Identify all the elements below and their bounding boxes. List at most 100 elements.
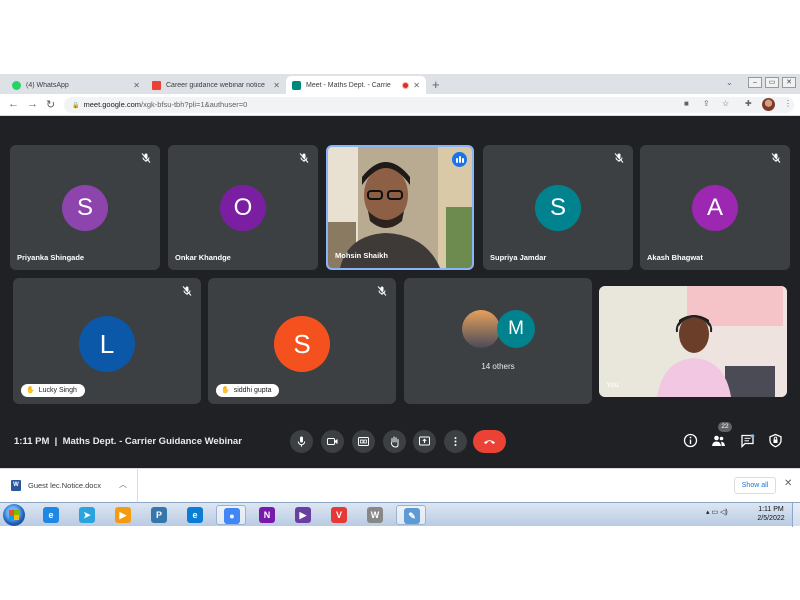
participant-count-badge: 22 bbox=[718, 422, 732, 432]
taskbar-app-onenote[interactable]: N bbox=[252, 505, 282, 525]
participant-tile[interactable]: L ✋ Lucky Singh bbox=[13, 278, 201, 404]
avatar: L bbox=[79, 316, 135, 372]
participant-name: Lucky Singh bbox=[38, 387, 77, 394]
download-item[interactable]: W Guest lec.Notice.docx ︿ bbox=[0, 469, 138, 502]
maximize-button[interactable]: ▭ bbox=[765, 77, 779, 88]
taskbar-app-python[interactable]: P bbox=[144, 505, 174, 525]
tab-meet[interactable]: Meet - Maths Dept. - Carrie ✕ bbox=[286, 76, 426, 94]
speaking-indicator-icon bbox=[452, 152, 467, 167]
menu-dots-icon[interactable]: ⋮ bbox=[784, 99, 792, 108]
tab-title: Career guidance webinar notice bbox=[166, 81, 265, 89]
system-clock[interactable]: 1:11 PM 2/5/2022 bbox=[754, 505, 788, 523]
participant-name: Akash Bhagwat bbox=[647, 253, 703, 262]
meeting-info: 1:11 PM | Maths Dept. - Carrier Guidance… bbox=[14, 436, 242, 447]
taskbar-app-media-player[interactable]: ▶ bbox=[108, 505, 138, 525]
browser-toolbar: ← → ↻ 🔒 meet.google.com/xgk-bfsu-tbh?pli=… bbox=[0, 94, 800, 116]
mic-off-icon bbox=[299, 153, 309, 163]
people-icon[interactable] bbox=[711, 433, 726, 448]
microphone-icon bbox=[297, 436, 306, 447]
leave-call-button[interactable] bbox=[473, 430, 506, 453]
participant-name-pill: ✋ Lucky Singh bbox=[21, 384, 85, 397]
camera-button[interactable] bbox=[321, 430, 344, 453]
present-now-button[interactable] bbox=[413, 430, 436, 453]
more-options-button[interactable] bbox=[444, 430, 467, 453]
raise-hand-button[interactable] bbox=[383, 430, 406, 453]
profile-avatar[interactable] bbox=[762, 98, 775, 111]
close-window-button[interactable]: ✕ bbox=[782, 77, 796, 88]
more-vert-icon bbox=[454, 437, 457, 446]
url-path: /xgk-bfsu-tbh?pli=1&authuser=0 bbox=[141, 100, 248, 109]
taskbar-app-edge[interactable]: e bbox=[180, 505, 210, 525]
participant-tile[interactable]: O Onkar Khandge bbox=[168, 145, 318, 270]
onenote-icon: N bbox=[259, 507, 275, 523]
system-tray-icons[interactable]: ▴ ▭ ◁) bbox=[706, 508, 728, 516]
others-tile[interactable]: M 14 others bbox=[404, 278, 592, 404]
meeting-details-icon[interactable] bbox=[683, 433, 698, 448]
chevron-up-icon[interactable]: ︿ bbox=[119, 479, 127, 490]
participant-name: Priyanka Shingade bbox=[17, 253, 85, 262]
participant-name: Mohsin Shaikh bbox=[335, 251, 388, 260]
reload-icon[interactable]: ↻ bbox=[46, 98, 55, 111]
taskbar-app-telegram[interactable]: ➤ bbox=[72, 505, 102, 525]
close-tab-icon[interactable]: ✕ bbox=[273, 81, 280, 90]
mic-off-icon bbox=[377, 286, 387, 296]
new-tab-button[interactable]: + bbox=[432, 77, 440, 92]
media-player-icon: ▶ bbox=[115, 507, 131, 523]
bookmark-star-icon[interactable]: ☆ bbox=[722, 99, 729, 108]
start-button[interactable] bbox=[3, 504, 25, 526]
edge-icon: e bbox=[187, 507, 203, 523]
python-icon: P bbox=[151, 507, 167, 523]
mic-off-icon bbox=[141, 153, 151, 163]
meeting-time: 1:11 PM bbox=[14, 436, 50, 447]
forward-arrow-icon[interactable]: → bbox=[27, 98, 38, 110]
avatar: S bbox=[62, 185, 108, 231]
word-document-icon: W bbox=[11, 480, 21, 491]
download-file-name: Guest lec.Notice.docx bbox=[28, 481, 101, 490]
tab-gmail[interactable]: Career guidance webinar notice ✕ bbox=[146, 76, 286, 94]
minimize-button[interactable]: – bbox=[748, 77, 762, 88]
recording-icon bbox=[402, 81, 410, 89]
chrome-icon: ● bbox=[224, 508, 240, 524]
system-date: 2/5/2022 bbox=[757, 515, 785, 522]
taskbar-app-v-app[interactable]: V bbox=[324, 505, 354, 525]
self-label: You bbox=[606, 380, 619, 389]
taskbar-app-wordpress[interactable]: W bbox=[360, 505, 390, 525]
meeting-title: Maths Dept. - Carrier Guidance Webinar bbox=[62, 436, 242, 447]
mic-off-icon bbox=[771, 153, 781, 163]
mic-off-icon bbox=[182, 286, 192, 296]
chat-icon[interactable] bbox=[740, 433, 755, 448]
host-controls-icon[interactable] bbox=[768, 433, 783, 448]
tab-whatsapp[interactable]: (4) WhatsApp ✕ bbox=[6, 76, 146, 94]
close-tab-icon[interactable]: ✕ bbox=[413, 81, 420, 90]
participant-tile[interactable]: S Priyanka Shingade bbox=[10, 145, 160, 270]
share-icon[interactable]: ⇪ bbox=[703, 99, 710, 108]
participant-video bbox=[328, 147, 472, 268]
participant-tile[interactable]: S ✋ siddhi gupta bbox=[208, 278, 396, 404]
participant-video-tile[interactable]: Mohsin Shaikh bbox=[326, 145, 474, 270]
v-app-icon: V bbox=[331, 507, 347, 523]
show-desktop-button[interactable] bbox=[792, 503, 800, 527]
lock-icon: 🔒 bbox=[72, 103, 80, 109]
back-arrow-icon[interactable]: ← bbox=[8, 98, 19, 110]
extensions-icon[interactable]: ✚ bbox=[745, 99, 752, 108]
captions-button[interactable] bbox=[352, 430, 375, 453]
tab-title: Meet - Maths Dept. - Carrie bbox=[306, 81, 391, 89]
participant-name: Supriya Jamdar bbox=[490, 253, 547, 262]
tab-search-icon[interactable]: ⌄ bbox=[726, 78, 733, 87]
camera-in-use-icon[interactable]: ■ bbox=[684, 99, 689, 108]
microphone-button[interactable] bbox=[290, 430, 313, 453]
participant-tile[interactable]: A Akash Bhagwat bbox=[640, 145, 790, 270]
show-all-button[interactable]: Show all bbox=[734, 477, 776, 494]
taskbar-app-stream[interactable]: ▶ bbox=[288, 505, 318, 525]
self-video-tile[interactable]: You bbox=[599, 286, 787, 397]
taskbar-app-ie[interactable]: e bbox=[36, 505, 66, 525]
taskbar-app-paint[interactable]: ✎ bbox=[396, 505, 426, 525]
participant-tile[interactable]: S Supriya Jamdar bbox=[483, 145, 633, 270]
close-icon[interactable]: ✕ bbox=[784, 478, 792, 489]
taskbar-app-chrome[interactable]: ● bbox=[216, 505, 246, 525]
close-tab-icon[interactable]: ✕ bbox=[133, 81, 140, 90]
hand-icon: ✋ bbox=[221, 387, 230, 394]
meet-stage: S Priyanka Shingade O Onkar Khandge Mohs… bbox=[0, 116, 800, 468]
stream-icon: ▶ bbox=[295, 507, 311, 523]
avatar: S bbox=[274, 316, 330, 372]
